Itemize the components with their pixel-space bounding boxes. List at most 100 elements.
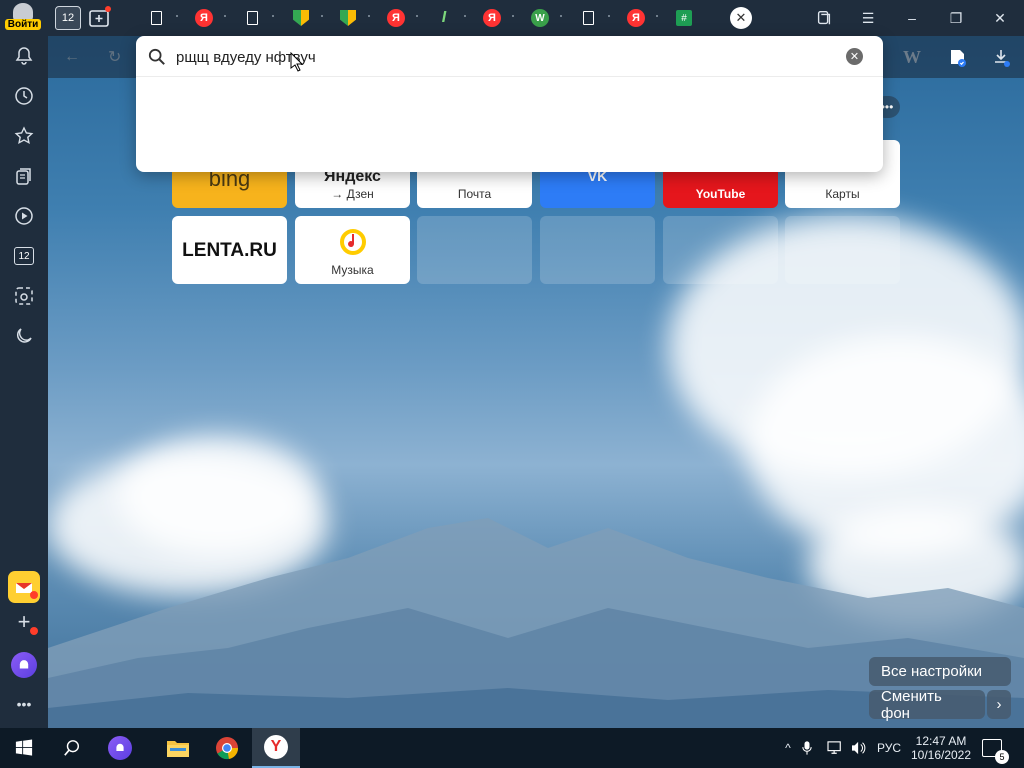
music-tile[interactable]: Музыка [295,216,410,284]
taskbar: Y ^ РУС 12:47 AM 10/16/2022 5 [0,728,1024,768]
empty-tile[interactable] [785,216,900,284]
browser-tab[interactable]: I [432,6,466,30]
search-input[interactable] [176,44,826,70]
tab-separator [512,15,514,17]
clear-search-button[interactable]: ✕ [846,48,863,65]
tile-label: YouTube [695,187,746,201]
video-icon[interactable] [12,204,36,228]
document-icon [246,11,258,25]
bookmarks-icon[interactable] [12,124,36,148]
yandex-icon: Я [483,9,501,27]
chrome-button[interactable] [203,728,251,768]
menu-icon[interactable]: ☰ [856,6,880,30]
more-sidebar-icon[interactable]: ••• [12,692,36,716]
yandex-browser-button[interactable]: Y [252,728,300,768]
tile-label: → Дзен [331,187,374,201]
wikipedia-icon[interactable]: W [900,44,924,70]
login-button[interactable]: Войти [4,3,42,33]
document-icon [150,11,162,25]
network-icon[interactable] [826,728,844,768]
windows-icon [15,739,33,756]
screenshot-icon[interactable] [12,284,36,308]
night-mode-icon[interactable] [12,324,36,348]
close-tab-icon[interactable]: ✕ [730,7,752,29]
chevron-right-icon: › [996,696,1002,713]
notifications-button[interactable]: 5 [982,728,1009,768]
yandex-icon: Я [195,9,213,27]
alice-icon[interactable] [11,652,37,678]
yandex-icon: Я [387,9,405,27]
downloads-icon[interactable] [988,44,1014,70]
tab-separator [176,15,178,17]
folder-icon [167,741,189,757]
browser-tab[interactable] [336,6,370,30]
search-icon [64,740,80,756]
tab-counter-button[interactable]: 12 [55,6,81,30]
browser-tab[interactable] [240,6,274,30]
chrome-icon [216,737,239,760]
close-window-button[interactable]: ✕ [988,6,1012,30]
all-settings-button[interactable]: Все настройки [869,657,1011,686]
browser-tab[interactable] [289,6,323,30]
add-panel-icon[interactable]: + [12,609,38,635]
lenta-tile[interactable]: LENTA.RU [172,216,287,284]
file-explorer-button[interactable] [154,728,202,768]
language-indicator[interactable]: РУС [877,728,901,768]
tabs-counter-sidebar[interactable]: 12 [12,244,36,268]
clock[interactable]: 12:47 AM 10/16/2022 [906,728,976,768]
new-tab-button[interactable] [88,6,112,30]
browser-tab[interactable]: Я [624,6,658,30]
restore-button[interactable]: ❐ [944,6,968,30]
search-taskbar-button[interactable] [48,728,96,768]
empty-tile[interactable] [663,216,778,284]
notes-icon[interactable] [944,44,970,70]
browser-tab[interactable] [576,6,610,30]
tray-chevron-up-icon[interactable]: ^ [778,728,798,768]
change-background-button[interactable]: Сменить фон [869,688,985,722]
alice-taskbar-button[interactable] [96,728,144,768]
mail-icon[interactable] [8,571,40,603]
sidebar: 12 + ••• [0,36,48,728]
yandex-icon: Я [627,9,645,27]
start-button[interactable] [0,728,48,768]
browser-tab[interactable] [144,6,178,30]
mouse-cursor-icon [290,52,304,72]
download-tab-icon [293,10,309,26]
login-label: Войти [4,19,42,30]
tab-separator [272,15,274,17]
mail-notification-dot [30,591,38,599]
spreadsheet-icon: # [676,10,692,26]
notification-icon: 5 [982,739,1009,764]
collections-sidebar-icon[interactable] [12,164,36,188]
reload-icon[interactable]: ↻ [108,47,121,67]
tab-bar: Войти 12 Я Я I Я W Я # ✕ ☰ – ❐ ✕ [0,0,1024,36]
tab-separator [416,15,418,17]
notification-count: 5 [995,750,1009,764]
empty-tile[interactable] [540,216,655,284]
browser-tab[interactable]: Я [192,6,226,30]
minimize-button[interactable]: – [900,6,924,30]
tab-separator [656,15,658,17]
tab-separator [368,15,370,17]
browser-tab[interactable]: W [528,6,562,30]
back-icon[interactable]: ← [64,48,80,66]
empty-tile[interactable] [417,216,532,284]
tab-separator [560,15,562,17]
collections-icon[interactable] [812,6,836,30]
yandex-browser-icon: Y [264,735,288,759]
document-icon [582,11,594,25]
history-icon[interactable] [12,84,36,108]
bell-icon[interactable] [12,44,36,68]
lenta-logo: LENTA.RU [182,240,277,261]
clock-time: 12:47 AM [915,734,967,748]
wordpress-icon: W [531,9,549,27]
tab-separator [608,15,610,17]
browser-tab[interactable]: Я [480,6,514,30]
tab-separator [464,15,466,17]
browser-tab[interactable]: # [672,6,696,30]
microphone-icon[interactable] [802,728,812,768]
volume-icon[interactable] [850,728,868,768]
browser-tab[interactable]: Я [384,6,418,30]
music-icon [340,229,366,255]
next-background-button[interactable]: › [987,690,1011,719]
